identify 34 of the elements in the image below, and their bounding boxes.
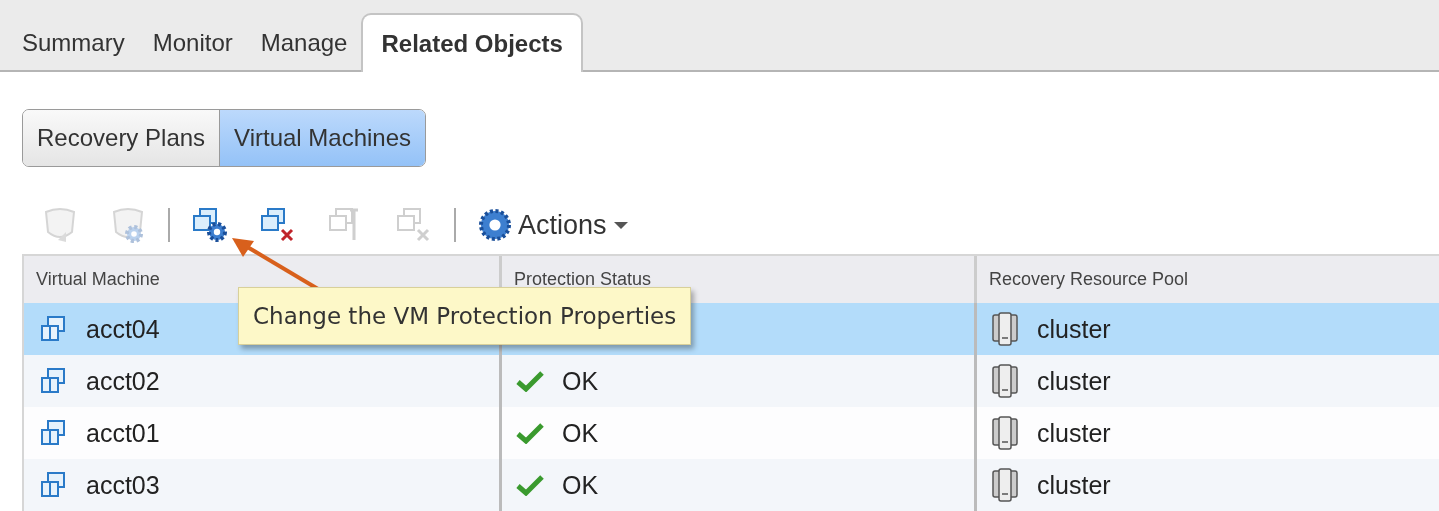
segment-button[interactable]: Recovery Plans (23, 110, 220, 166)
table-cell: cluster (1037, 470, 1111, 500)
check-icon (516, 370, 544, 392)
check-icon (516, 422, 544, 444)
tab[interactable]: Manage (246, 14, 362, 70)
vm-icon (38, 418, 68, 448)
tab[interactable]: Related Objects (361, 13, 583, 72)
vm-gear-icon[interactable] (190, 206, 230, 244)
vm-icon (38, 314, 68, 344)
table-cell: cluster (1037, 366, 1111, 396)
table-cell: OK (562, 418, 599, 448)
table-cell: acct01 (86, 418, 160, 448)
segment-button[interactable]: Virtual Machines (219, 110, 426, 166)
table-cell: acct02 (86, 366, 160, 396)
table-cell: cluster (1037, 418, 1111, 448)
server-icon (991, 312, 1019, 346)
gear-icon (476, 206, 514, 244)
table-cell: cluster (1037, 314, 1111, 344)
table-row[interactable]: acct02 OK cluster (24, 355, 1439, 407)
server-icon (991, 416, 1019, 450)
server-icon (991, 364, 1019, 398)
check-icon (516, 474, 544, 496)
table-cell: OK (562, 366, 599, 396)
server-icon (991, 468, 1019, 502)
vm-icon (38, 470, 68, 500)
vm-icon (38, 366, 68, 396)
table-row[interactable]: acct03 OK cluster (24, 459, 1439, 511)
table-cell: OK (562, 470, 599, 500)
tab[interactable]: Monitor (138, 14, 247, 70)
tab[interactable]: Summary (8, 14, 139, 70)
actions-button[interactable]: Actions (476, 206, 631, 244)
table-cell: acct04 (86, 314, 160, 344)
table-cell: acct03 (86, 470, 160, 500)
tooltip: Change the VM Protection Properties (238, 287, 692, 345)
